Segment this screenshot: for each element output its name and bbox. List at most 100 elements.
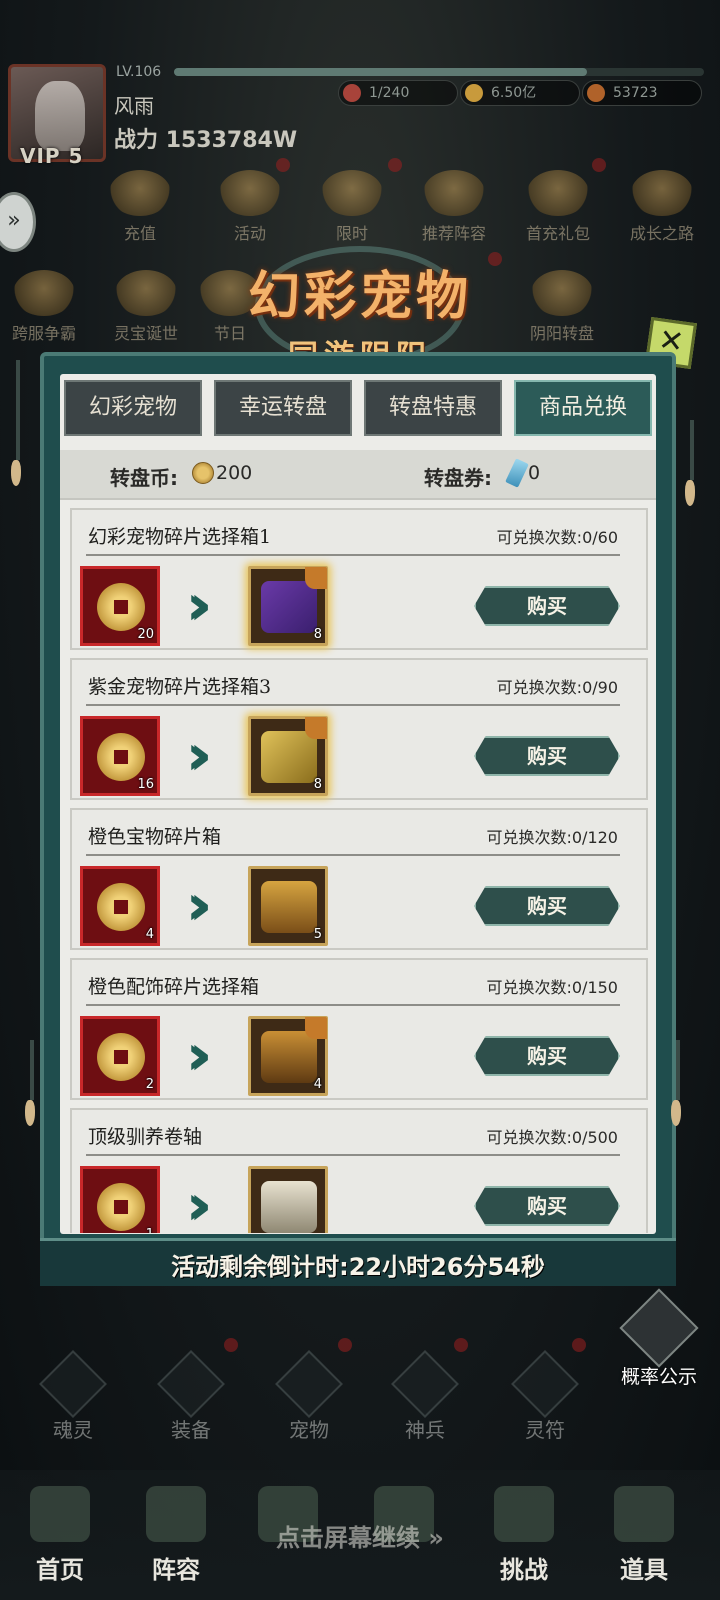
copper-coin-icon	[97, 733, 145, 781]
menu-label: 成长之路	[629, 224, 694, 243]
limited-icon	[321, 170, 383, 216]
item-name: 橙色配饰碎片选择箱	[88, 976, 260, 998]
item-name: 顶级驯养卷轴	[88, 1126, 203, 1148]
menu-first-recharge[interactable]: 首充礼包	[508, 170, 608, 244]
menu-label: 跨服争霸	[11, 324, 76, 343]
reward-slot[interactable]: 5	[248, 866, 328, 946]
menu-label: 充值	[123, 224, 156, 243]
double-chevron-icon: ››	[186, 873, 212, 938]
wheel-ticket-value: 0	[528, 462, 541, 484]
menu-limited[interactable]: 限时	[302, 170, 402, 244]
cost-slot[interactable]: 16	[80, 716, 160, 796]
nav-label: 魂灵	[53, 1418, 93, 1442]
gem-counter[interactable]: 53723	[582, 80, 702, 106]
double-chevron-icon: ››	[186, 573, 212, 638]
cost-qty: 2	[145, 1077, 154, 1092]
menu-recharge[interactable]: 充值	[90, 170, 190, 244]
nav-talisman[interactable]: 灵符	[500, 1350, 590, 1443]
nav-home[interactable]: 首页	[10, 1486, 110, 1585]
purple-chest-icon	[261, 581, 317, 633]
pet-tag-icon	[305, 567, 327, 589]
orange-treasure-chest-icon	[261, 881, 317, 933]
cost-slot[interactable]: 4	[80, 866, 160, 946]
reward-slot[interactable]: 4	[248, 1016, 328, 1096]
cost-slot[interactable]: 2	[80, 1016, 160, 1096]
exchange-limit: 可兑换次数:0/120	[486, 828, 618, 847]
tab-wheel-deals[interactable]: 转盘特惠	[364, 380, 502, 436]
nav-label: 装备	[171, 1418, 211, 1442]
nav-equipment[interactable]: 装备	[146, 1350, 236, 1443]
menu-growth-path[interactable]: 成长之路	[612, 170, 712, 244]
nav-divine-weapon[interactable]: 神兵	[380, 1350, 470, 1443]
menu-label: 首充礼包	[525, 224, 590, 243]
wheel-ticket-label: 转盘券:	[424, 466, 492, 490]
exchange-row: 橙色宝物碎片箱 可兑换次数:0/120 4 ›› 5 购买	[70, 808, 648, 950]
reward-slot[interactable]: 8	[248, 716, 328, 796]
nav-label: 首页	[36, 1555, 84, 1584]
xp-bar-fill	[174, 68, 588, 76]
notification-dot	[592, 158, 606, 172]
stamina-counter[interactable]: 1/240	[338, 80, 458, 106]
menu-label: 推荐阵容	[421, 224, 486, 243]
menu-recommended-lineup[interactable]: 推荐阵容	[404, 170, 504, 244]
gem-value: 53723	[613, 85, 658, 101]
tab-rainbow-pet[interactable]: 幻彩宠物	[64, 380, 202, 436]
copper-coin-icon	[97, 583, 145, 631]
event-title: 幻彩宠物	[247, 266, 472, 327]
nav-pet[interactable]: 宠物	[264, 1350, 354, 1443]
nav-label: 道具	[620, 1555, 668, 1584]
gold-value: 6.50亿	[491, 85, 537, 101]
menu-yinyang-wheel[interactable]: 阴阳转盘	[512, 270, 612, 344]
nav-soul[interactable]: 魂灵	[28, 1350, 118, 1443]
cost-slot[interactable]: 20	[80, 566, 160, 646]
buy-button[interactable]: 购买	[474, 736, 620, 776]
exchange-limit: 可兑换次数:0/90	[496, 678, 618, 697]
tap-to-continue[interactable]: 点击屏幕继续 »	[0, 1518, 720, 1553]
stamina-value: 1/240	[369, 85, 410, 101]
accessory-tag-icon	[305, 1017, 327, 1039]
reward-slot[interactable]: 8	[248, 566, 328, 646]
double-chevron-icon: ››	[186, 1173, 212, 1234]
player-header: VIP 5 LV.106 风雨 战力 1533784W 1/240 6.50亿 …	[0, 58, 720, 168]
buy-button[interactable]: 购买	[474, 1186, 620, 1226]
spirit-treasure-icon	[115, 270, 177, 316]
reward-qty: 8	[313, 627, 322, 642]
cross-server-icon	[13, 270, 75, 316]
wheel-coin-label: 转盘币:	[110, 466, 178, 490]
item-name: 橙色宝物碎片箱	[88, 826, 222, 848]
exchange-limit: 可兑换次数:0/150	[486, 978, 618, 997]
nav-lineup[interactable]: 阵容	[126, 1486, 226, 1585]
tassel-icon	[11, 460, 21, 486]
cost-slot[interactable]: 1	[80, 1166, 160, 1233]
menu-label: 阴阳转盘	[529, 324, 594, 343]
cost-qty: 16	[137, 777, 154, 792]
combat-power: 战力 1533784W	[114, 122, 297, 154]
gem-icon	[587, 84, 605, 102]
exchange-panel: 幻彩宠物 幸运转盘 转盘特惠 商品兑换 转盘币: 200 转盘券: 0 幻彩宠物…	[40, 352, 676, 1282]
tap-continue-text: 点击屏幕继续	[276, 1524, 421, 1552]
exchange-list[interactable]: 幻彩宠物碎片选择箱1 可兑换次数:0/60 20 ›› 8 购买 紫金宠物碎片选…	[70, 508, 648, 1233]
recharge-icon	[109, 170, 171, 216]
nav-items[interactable]: 道具	[594, 1486, 694, 1585]
buy-button[interactable]: 购买	[474, 886, 620, 926]
wheel-coin-icon	[192, 462, 214, 484]
buy-button[interactable]: 购买	[474, 586, 620, 626]
menu-cross-server[interactable]: 跨服争霸	[0, 270, 94, 344]
cost-qty: 20	[137, 627, 154, 642]
reward-slot[interactable]	[248, 1166, 328, 1233]
tab-lucky-wheel[interactable]: 幸运转盘	[214, 380, 352, 436]
countdown-bar: 活动剩余倒计时:22小时26分54秒	[40, 1238, 676, 1286]
buy-button[interactable]: 购买	[474, 1036, 620, 1076]
power-label: 战力	[114, 128, 159, 153]
menu-activity[interactable]: 活动	[200, 170, 300, 244]
nav-challenge[interactable]: 挑战	[474, 1486, 574, 1585]
right-deco-string	[690, 420, 694, 480]
accessory-chest-icon	[261, 1031, 317, 1083]
activity-icon	[219, 170, 281, 216]
reward-qty: 5	[313, 927, 322, 942]
gold-coin-icon	[465, 84, 483, 102]
gold-counter[interactable]: 6.50亿	[460, 80, 580, 106]
xp-bar	[174, 68, 704, 76]
tab-item-exchange[interactable]: 商品兑换	[514, 380, 652, 436]
divider	[86, 854, 620, 856]
